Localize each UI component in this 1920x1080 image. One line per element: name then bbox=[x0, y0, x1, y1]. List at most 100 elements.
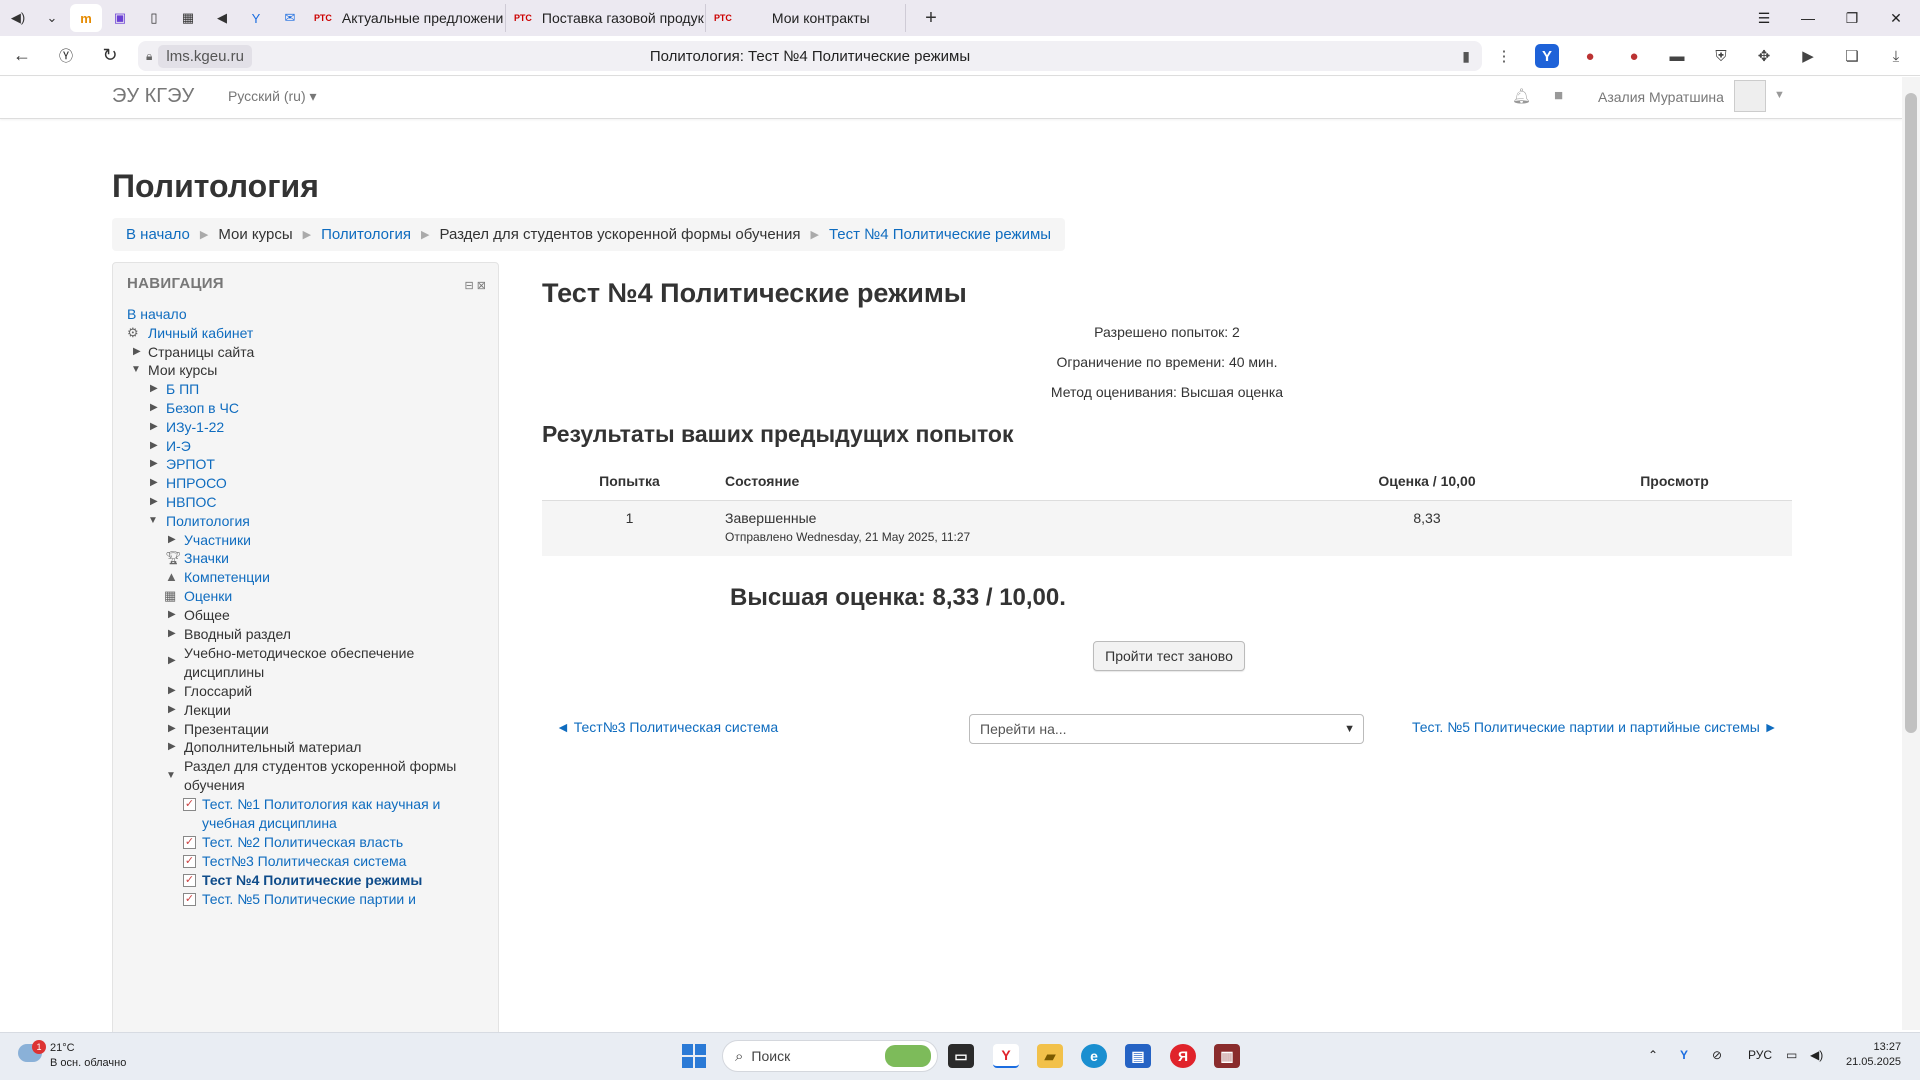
nav-section-general[interactable]: Общее bbox=[184, 605, 230, 625]
store-icon[interactable]: ▤ bbox=[1125, 1044, 1151, 1068]
nav-course-item[interactable]: НВПОС bbox=[166, 492, 217, 512]
nav-section-methodical-line2[interactable]: дисциплины bbox=[184, 662, 264, 682]
expand-arrow-icon[interactable]: ▶ bbox=[168, 700, 176, 720]
task-view-icon[interactable]: ▭ bbox=[948, 1044, 974, 1068]
nav-course-item[interactable]: ЭРПОТ bbox=[166, 454, 215, 474]
yandex-icon[interactable]: Я bbox=[1170, 1044, 1196, 1068]
shield-icon[interactable]: ⛨ bbox=[1709, 44, 1733, 68]
nav-section-accelerated-line2[interactable]: обучения bbox=[184, 775, 245, 795]
nav-test-4-current[interactable]: Тест №4 Политические режимы bbox=[202, 870, 422, 890]
bookmark-icon[interactable]: ▮ bbox=[1462, 48, 1470, 65]
tab-rts-contracts[interactable]: РТС Мои контракты bbox=[706, 4, 906, 32]
expand-arrow-icon[interactable]: ▶ bbox=[150, 473, 158, 493]
expand-arrow-icon[interactable]: ▶ bbox=[150, 454, 158, 474]
collections-icon[interactable]: ❏ bbox=[1840, 44, 1864, 68]
pinned-tab-yandex[interactable]: Y bbox=[240, 4, 272, 32]
nav-section-accelerated[interactable]: Раздел для студентов ускоренной формы bbox=[184, 756, 456, 776]
expand-arrow-icon[interactable]: ▶ bbox=[168, 719, 176, 739]
expand-arrow-icon[interactable]: ▶ bbox=[168, 530, 176, 550]
pinned-tab-mail[interactable]: ✉ bbox=[274, 4, 306, 32]
expand-arrow-icon[interactable]: ▶ bbox=[133, 342, 141, 362]
nav-dashboard[interactable]: Личный кабинет bbox=[148, 323, 253, 343]
nav-test-3[interactable]: Тест№3 Политическая система bbox=[202, 851, 406, 871]
nav-course-item[interactable]: Безоп в ЧС bbox=[166, 398, 239, 418]
expand-arrow-icon[interactable]: ▶ bbox=[150, 379, 158, 399]
minimize-icon[interactable]: — bbox=[1786, 0, 1830, 36]
expand-arrow-icon[interactable]: ▶ bbox=[168, 605, 176, 625]
close-icon[interactable]: ✕ bbox=[1874, 0, 1918, 36]
winrar-icon[interactable]: ▥ bbox=[1214, 1044, 1240, 1068]
yandex-tray-icon[interactable]: Y bbox=[1680, 1048, 1688, 1062]
messages-icon[interactable]: ■ bbox=[1554, 87, 1563, 104]
pinned-tab-moodle[interactable]: m bbox=[70, 4, 102, 32]
tab-rts-gas[interactable]: РТС Поставка газовой продук bbox=[506, 4, 706, 32]
notification-bell-icon[interactable]: 🔔︎ bbox=[1512, 87, 1531, 105]
network-icon[interactable]: ⊘ bbox=[1712, 1048, 1722, 1062]
download-icon[interactable]: ⤓ bbox=[1884, 44, 1908, 68]
nav-site-pages[interactable]: Страницы сайта bbox=[148, 342, 254, 362]
nav-section-presentations[interactable]: Презентации bbox=[184, 719, 269, 739]
speaker-icon[interactable]: ◀) bbox=[2, 4, 34, 32]
site-brand[interactable]: ЭУ КГЭУ bbox=[112, 85, 194, 108]
extension-red-icon[interactable]: ● bbox=[1578, 44, 1602, 68]
nav-section-glossary[interactable]: Глоссарий bbox=[184, 681, 252, 701]
clock[interactable]: 13:27 21.05.2025 bbox=[1846, 1040, 1901, 1070]
yandex-browser-icon[interactable]: Y bbox=[993, 1044, 1019, 1068]
retry-quiz-button[interactable]: Пройти тест заново bbox=[1093, 641, 1245, 671]
tabs-menu-icon[interactable]: ☰ bbox=[1742, 0, 1786, 36]
avatar[interactable] bbox=[1734, 80, 1766, 112]
pinned-tab-app[interactable]: ▦ bbox=[172, 4, 204, 32]
volume-icon[interactable]: ◀) bbox=[1810, 1048, 1823, 1062]
reload-icon[interactable]: ↻ bbox=[88, 36, 132, 76]
new-tab-plus-icon[interactable]: + bbox=[918, 5, 944, 31]
collapse-arrow-icon[interactable]: ▼ bbox=[166, 766, 176, 786]
pinned-tab-audio[interactable]: ◀ bbox=[206, 4, 238, 32]
input-language[interactable]: РУС bbox=[1748, 1048, 1772, 1062]
nav-current-course[interactable]: Политология bbox=[166, 511, 250, 531]
nav-test-2[interactable]: Тест. №2 Политическая власть bbox=[202, 832, 403, 852]
nav-badges[interactable]: Значки bbox=[184, 548, 229, 568]
edge-icon[interactable]: e bbox=[1081, 1044, 1107, 1068]
prev-activity-link[interactable]: ◄ Тест№3 Политическая система bbox=[556, 719, 778, 735]
jump-to-select[interactable]: Перейти на... ▼ bbox=[969, 714, 1364, 744]
expand-arrow-icon[interactable]: ▶ bbox=[150, 436, 158, 456]
nav-participants[interactable]: Участники bbox=[184, 530, 251, 550]
user-menu-caret-icon[interactable]: ▼ bbox=[1774, 89, 1785, 101]
nav-home[interactable]: В начало bbox=[127, 304, 187, 324]
tab-rts-offers[interactable]: РТС Актуальные предложени bbox=[306, 4, 506, 32]
scrollbar-thumb[interactable] bbox=[1905, 93, 1917, 733]
nav-course-item[interactable]: НПРОСО bbox=[166, 473, 227, 493]
nav-my-courses[interactable]: Мои курсы bbox=[148, 360, 217, 380]
nav-section-methodical[interactable]: Учебно-методическое обеспечение bbox=[184, 643, 414, 663]
expand-arrow-icon[interactable]: ▶ bbox=[168, 651, 176, 671]
restore-icon[interactable]: ❐ bbox=[1830, 0, 1874, 36]
nav-test-5[interactable]: Тест. №5 Политические партии и bbox=[202, 889, 416, 909]
breadcrumb-course[interactable]: Политология bbox=[321, 226, 411, 243]
expand-arrow-icon[interactable]: ▶ bbox=[168, 681, 176, 701]
nav-course-item[interactable]: Б ПП bbox=[166, 379, 199, 399]
nav-test-1-line2[interactable]: учебная дисциплина bbox=[202, 813, 337, 833]
nav-section-intro[interactable]: Вводный раздел bbox=[184, 624, 291, 644]
nav-test-1[interactable]: Тест. №1 Политология как научная и bbox=[202, 794, 440, 814]
windows-start-icon[interactable] bbox=[682, 1044, 706, 1068]
extension-tray-icon[interactable]: ▬ bbox=[1665, 44, 1689, 68]
nav-course-item[interactable]: ИЗу-1-22 bbox=[166, 417, 224, 437]
breadcrumb-current[interactable]: Тест №4 Политические режимы bbox=[829, 226, 1051, 243]
language-menu[interactable]: Русский (ru) ▾ bbox=[228, 88, 317, 105]
taskbar-search[interactable]: ⌕ Поиск bbox=[722, 1040, 938, 1072]
extension-red2-icon[interactable]: ● bbox=[1622, 44, 1646, 68]
nav-section-lectures[interactable]: Лекции bbox=[184, 700, 231, 720]
expand-arrow-icon[interactable]: ▶ bbox=[150, 492, 158, 512]
expand-arrow-icon[interactable]: ▶ bbox=[150, 398, 158, 418]
expand-arrow-icon[interactable]: ▶ bbox=[168, 624, 176, 644]
nav-course-item[interactable]: И-Э bbox=[166, 436, 191, 456]
back-arrow-icon[interactable]: ← bbox=[0, 36, 44, 76]
breadcrumb-home[interactable]: В начало bbox=[126, 226, 190, 243]
nav-competencies[interactable]: Компетенции bbox=[184, 567, 270, 587]
chevron-down-icon[interactable]: ⌄ bbox=[36, 4, 68, 32]
block-controls[interactable]: ⊟ ⊠ bbox=[465, 279, 487, 292]
yandex-logo-icon[interactable]: Ⓨ bbox=[44, 36, 88, 76]
file-explorer-icon[interactable]: ▰ bbox=[1037, 1044, 1063, 1068]
display-icon[interactable]: ▭ bbox=[1786, 1048, 1797, 1062]
collapse-arrow-icon[interactable]: ▼ bbox=[148, 511, 158, 531]
